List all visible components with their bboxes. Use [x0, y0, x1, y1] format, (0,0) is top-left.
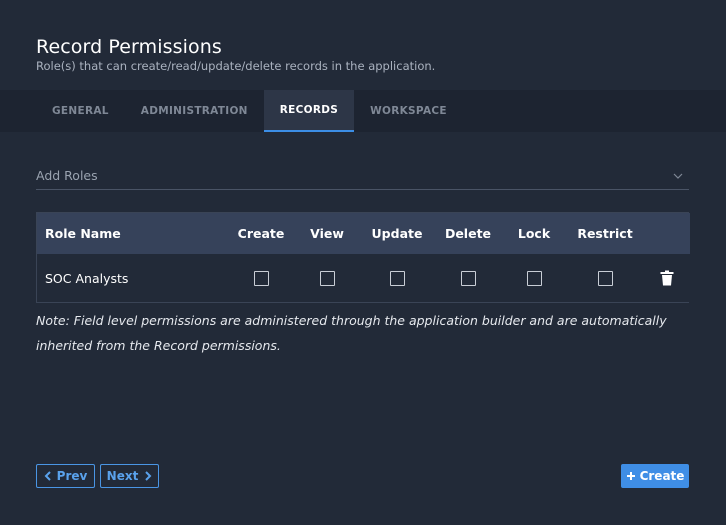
add-roles-dropdown[interactable]: Add Roles	[36, 162, 689, 190]
update-checkbox[interactable]	[389, 271, 405, 286]
role-name-cell: SOC Analysts	[45, 270, 129, 286]
tab-records[interactable]: RECORDS	[263, 90, 355, 132]
column-header-restrict: Restrict	[577, 226, 633, 241]
create-cell	[227, 254, 295, 302]
create-button[interactable]: Create	[621, 464, 689, 488]
tab-bar: GENERAL ADMINISTRATION RECORDS WORKSPACE	[0, 90, 726, 132]
permissions-table: Role Name Create View Update Delete Lock…	[36, 212, 690, 303]
lock-cell	[501, 254, 567, 302]
prev-label: Prev	[56, 469, 88, 483]
delete-checkbox[interactable]	[460, 271, 476, 286]
view-cell	[295, 254, 359, 302]
delete-cell	[435, 254, 501, 302]
restrict-checkbox[interactable]	[597, 271, 613, 286]
tab-administration[interactable]: ADMINISTRATION	[125, 90, 264, 132]
add-roles-placeholder: Add Roles	[36, 168, 98, 183]
chevron-right-icon	[145, 471, 152, 481]
chevron-left-icon	[44, 471, 51, 481]
record-permissions-page: Record Permissions Role(s) that can crea…	[0, 0, 726, 525]
page-header: Record Permissions Role(s) that can crea…	[36, 36, 435, 73]
tab-general[interactable]: GENERAL	[36, 90, 125, 132]
trash-icon[interactable]	[660, 270, 674, 286]
actions-cell	[643, 254, 690, 302]
update-cell	[359, 254, 435, 302]
column-header-role-name: Role Name	[45, 226, 121, 241]
table-header-row: Role Name Create View Update Delete Lock…	[37, 213, 690, 254]
column-header-update: Update	[371, 226, 423, 241]
page-title: Record Permissions	[36, 36, 222, 58]
column-header-create: Create	[237, 226, 285, 241]
permissions-note: Note: Field level permissions are admini…	[36, 313, 667, 353]
next-label: Next	[106, 469, 139, 483]
create-label: Create	[639, 469, 685, 483]
table-row: SOC Analysts	[37, 254, 690, 302]
restrict-cell	[567, 254, 643, 302]
tab-workspace[interactable]: WORKSPACE	[354, 90, 463, 132]
next-button[interactable]: Next	[100, 464, 159, 488]
plus-icon	[626, 471, 636, 481]
page-subtitle: Role(s) that can create/read/update/dele…	[36, 59, 436, 73]
column-header-lock: Lock	[517, 226, 551, 241]
view-checkbox[interactable]	[319, 271, 335, 286]
column-header-view: View	[310, 226, 344, 241]
prev-button[interactable]: Prev	[36, 464, 95, 488]
column-header-delete: Delete	[444, 226, 492, 241]
lock-checkbox[interactable]	[526, 271, 542, 286]
column-header-actions	[643, 213, 690, 254]
create-checkbox[interactable]	[253, 271, 269, 286]
chevron-down-icon	[671, 169, 685, 183]
